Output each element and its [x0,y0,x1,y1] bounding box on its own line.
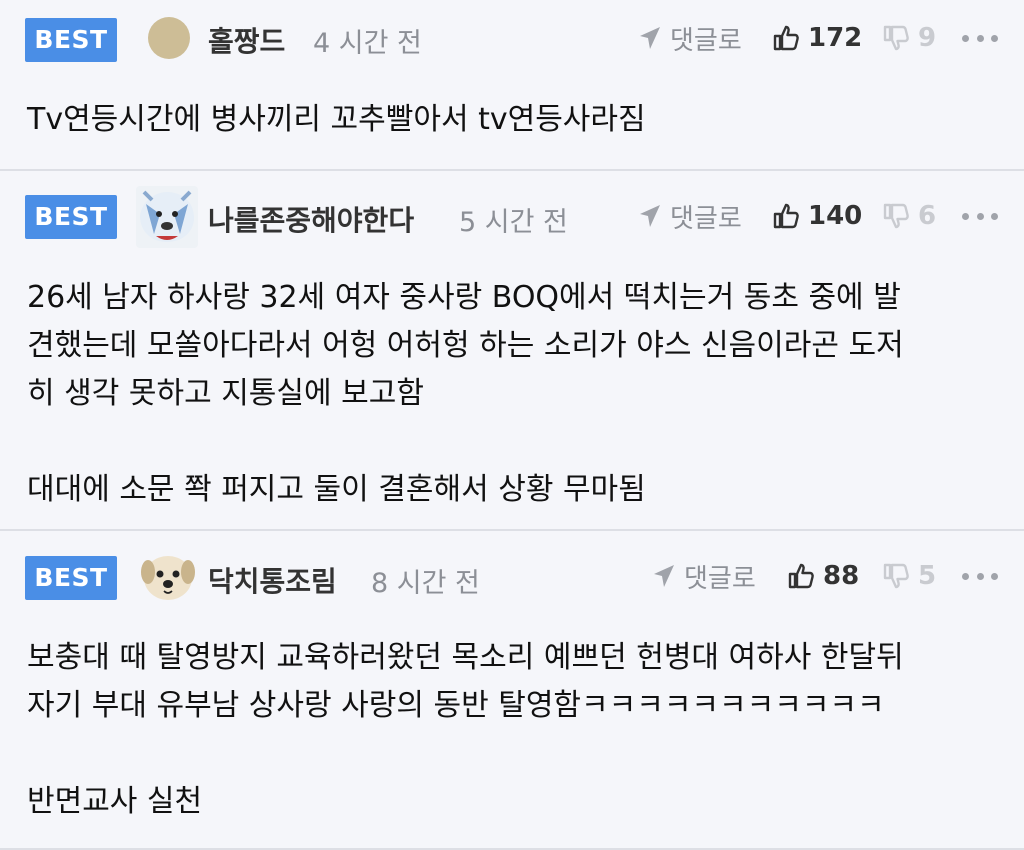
reply-label: 댓글로 [670,25,742,56]
comment-line: 반면교사 실천 [27,784,203,819]
best-badge: BEST [25,18,117,62]
avatar[interactable] [148,17,190,59]
nickname[interactable]: 닥치통조림 [208,560,337,600]
best-badge: BEST [25,195,117,239]
dislike-count: 6 [918,201,937,231]
more-options-icon[interactable] [962,556,998,596]
puppy-icon [140,548,196,604]
comment-header: BEST 닥치통조림 8 시간 전 댓글로 88 5 [0,531,1024,609]
like-count: 140 [808,201,863,231]
like-button[interactable]: 88 [787,556,859,596]
dislike-button[interactable]: 6 [882,196,936,236]
thumbs-up-icon [788,563,814,589]
send-arrow-icon [640,27,660,49]
comment-item: BEST 닥치통조림 8 시간 전 댓글로 88 5 보충대 때 탈영방지 교육… [0,531,1024,850]
comment-header: BEST 홀짱드 4 시간 전 댓글로 172 9 [0,0,1024,78]
send-arrow-icon [654,565,674,587]
comment-body: Tv연등시간에 병사끼리 꼬추빨아서 tv연등사라짐 [27,96,997,144]
comment-line: Tv연등시간에 병사끼리 꼬추빨아서 tv연등사라짐 [27,102,646,137]
more-options-icon[interactable] [962,18,998,58]
reply-label: 댓글로 [684,563,756,594]
best-badge: BEST [25,556,117,600]
comment-body: 26세 남자 하사랑 32세 여자 중사랑 BOQ에서 떡치는거 동초 중에 발… [27,274,997,514]
thumbs-down-icon [883,203,909,229]
avatar[interactable] [136,186,198,248]
more-options-icon[interactable] [962,196,998,236]
dislike-count: 5 [918,561,937,591]
like-button[interactable]: 172 [772,18,862,58]
comment-line: 자기 부대 유부남 상사랑 사랑의 동반 탈영함ㅋㅋㅋㅋㅋㅋㅋㅋㅋㅋㅋ [27,688,885,723]
comment-line [27,730,997,778]
avatar[interactable] [140,548,196,604]
thumbs-down-icon [883,25,909,51]
timestamp: 8 시간 전 [371,568,480,599]
comment-line: 히 생각 못하고 지통실에 보고함 [27,376,424,411]
like-count: 88 [823,561,860,591]
thumbs-up-icon [773,25,799,51]
comment-line: 보충대 때 탈영방지 교육하러왔던 목소리 예쁘던 헌병대 여하사 한달뒤 [27,640,904,675]
dislike-button[interactable]: 5 [882,556,936,596]
timestamp: 5 시간 전 [459,207,568,238]
reply-button[interactable]: 댓글로 [638,18,742,58]
comment-line: 견했는데 모쏠아다라서 어헝 어허헝 하는 소리가 야스 신음이라곤 도저 [27,328,904,363]
reply-button[interactable]: 댓글로 [652,556,756,596]
like-button[interactable]: 140 [772,196,862,236]
comment-line: 대대에 소문 쫙 퍼지고 둘이 결혼해서 상황 무마됨 [27,472,646,507]
nickname[interactable]: 홀짱드 [208,20,285,60]
reply-button[interactable]: 댓글로 [638,196,742,236]
reply-label: 댓글로 [670,203,742,234]
comment-body: 보충대 때 탈영방지 교육하러왔던 목소리 예쁘던 헌병대 여하사 한달뒤자기 … [27,634,997,826]
thumbs-up-icon [773,203,799,229]
comment-item: BEST 홀짱드 4 시간 전 댓글로 172 9 Tv연등시간에 병사끼리 꼬… [0,0,1024,171]
like-count: 172 [808,23,863,53]
timestamp: 4 시간 전 [313,28,422,59]
send-arrow-icon [640,205,660,227]
comment-item: BEST 나를존중해야한다 5 시간 전 댓글로 140 6 26세 남자 하사… [0,171,1024,531]
dislike-count: 9 [918,23,937,53]
thumbs-down-icon [883,563,909,589]
nickname[interactable]: 나를존중해야한다 [208,199,414,239]
comment-header: BEST 나를존중해야한다 5 시간 전 댓글로 140 6 [0,171,1024,249]
dislike-button[interactable]: 9 [882,18,936,58]
comment-line: 26세 남자 하사랑 32세 여자 중사랑 BOQ에서 떡치는거 동초 중에 발 [27,280,901,315]
comment-line [27,418,997,466]
polar-bear-icon [136,186,198,248]
